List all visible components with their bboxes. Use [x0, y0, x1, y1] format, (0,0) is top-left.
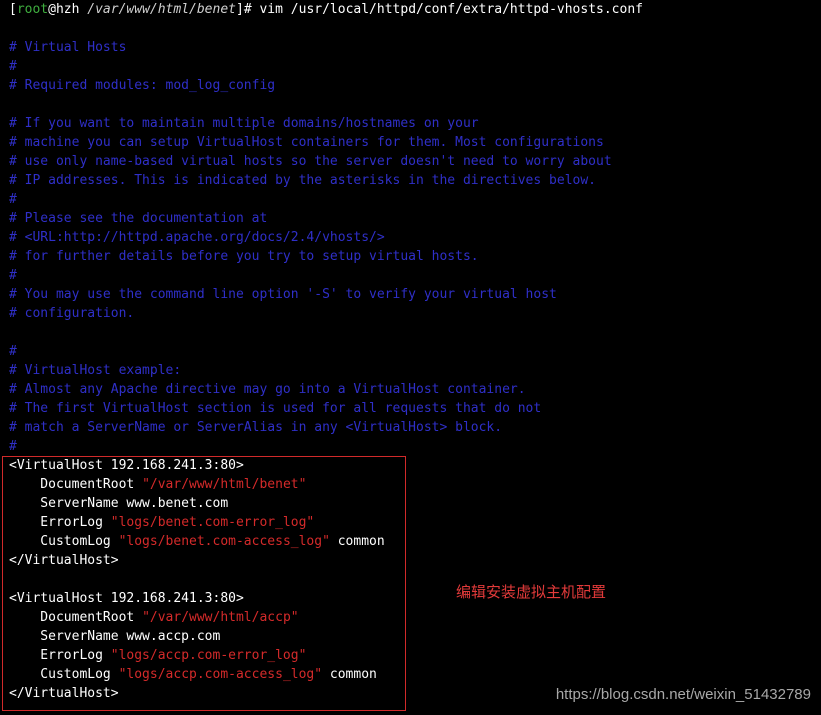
prompt-cwd: /var/www/html/benet	[87, 2, 236, 17]
comment-line: #	[9, 192, 17, 207]
terminal-window[interactable]: [root@hzh /var/www/html/benet]# vim /usr…	[0, 0, 821, 715]
comment-line: # IP addresses. This is indicated by the…	[9, 173, 596, 188]
comment-line: # You may use the command line option '-…	[9, 287, 557, 302]
highlight-box	[2, 456, 406, 711]
comment-line: # The first VirtualHost section is used …	[9, 401, 542, 416]
watermark-url: https://blog.csdn.net/weixin_51432789	[555, 686, 811, 703]
shell-command: vim /usr/local/httpd/conf/extra/httpd-vh…	[251, 2, 643, 17]
comment-line: # If you want to maintain multiple domai…	[9, 116, 479, 131]
comment-line: # machine you can setup VirtualHost cont…	[9, 135, 604, 150]
comment-line: # for further details before you try to …	[9, 249, 479, 264]
comment-line: # match a ServerName or ServerAlias in a…	[9, 420, 503, 435]
comment-line: # Please see the documentation at	[9, 211, 268, 226]
comment-line: #	[9, 439, 17, 454]
comment-line: #	[9, 344, 17, 359]
prompt-host: @hzh	[48, 2, 80, 17]
comment-line: # use only name-based virtual hosts so t…	[9, 154, 612, 169]
comment-line: #	[9, 59, 17, 74]
prompt-user: root	[16, 2, 49, 17]
comment-line: # <URL:http://httpd.apache.org/docs/2.4/…	[9, 230, 385, 245]
comment-line: #	[9, 268, 17, 283]
comment-line: # Required modules: mod_log_config	[9, 78, 276, 93]
annotation-label: 编辑安装虚拟主机配置	[456, 583, 607, 601]
prompt-bracket-open: [	[9, 2, 17, 17]
prompt-bracket-close: ]#	[236, 2, 252, 17]
comment-line: # Virtual Hosts	[9, 40, 127, 55]
shell-prompt-line: [root@hzh /var/www/html/benet]# vim /usr…	[9, 0, 643, 19]
comment-line: # configuration.	[9, 306, 135, 321]
comment-line: # Almost any Apache directive may go int…	[9, 382, 526, 397]
comment-line: # VirtualHost example:	[9, 363, 182, 378]
